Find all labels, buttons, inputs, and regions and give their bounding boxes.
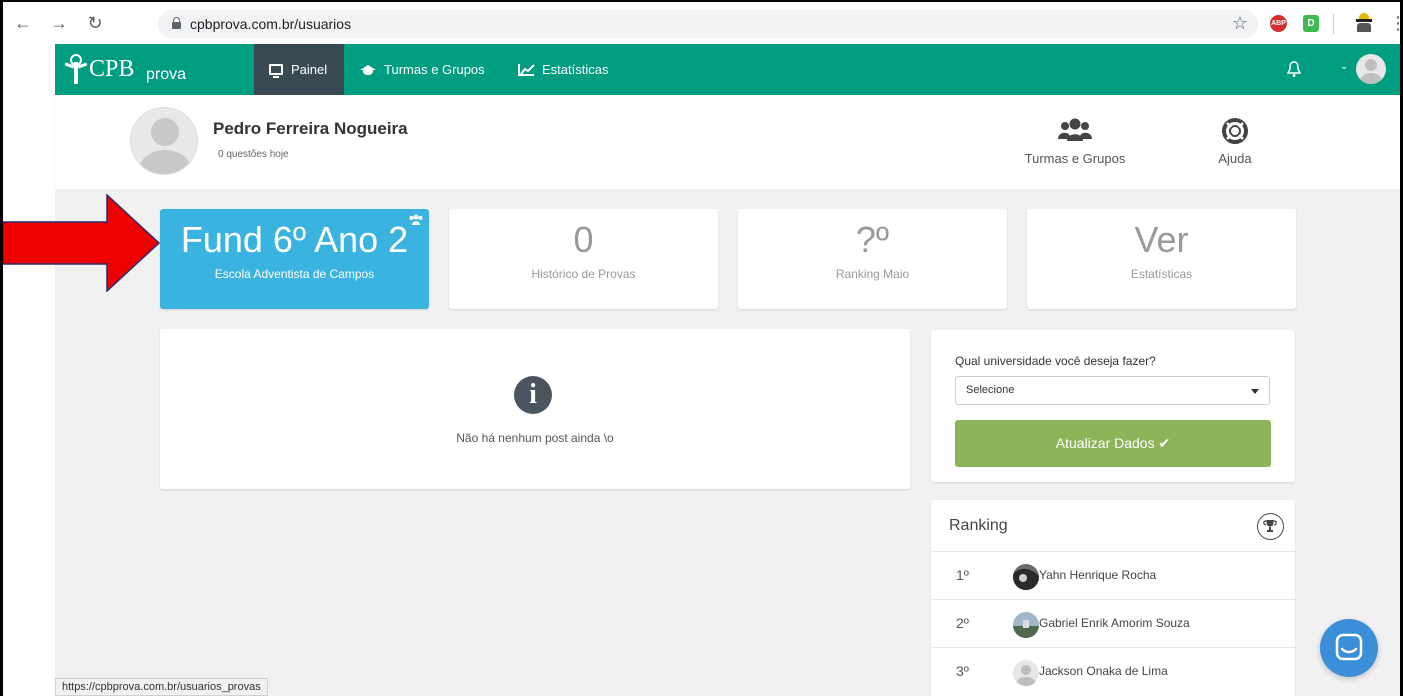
nav-label: Estatísticas [542, 62, 609, 77]
rank-user-name: Jackson Onaka de Lima [1039, 664, 1168, 678]
nav-turmas-e-grupos[interactable]: Turmas e Grupos [360, 44, 500, 95]
url-text[interactable]: cpbprova.com.br/usuarios [190, 16, 351, 32]
school-name: Escola Adventista de Campos [214, 267, 375, 281]
tree-logo-icon [64, 54, 88, 84]
lock-icon [172, 17, 181, 29]
frame-top [0, 0, 1403, 2]
rank-avatar [1013, 612, 1039, 638]
university-question: Qual universidade você deseja fazer? [955, 354, 1156, 368]
nav-label: Turmas e Grupos [384, 62, 485, 77]
rank-user-name: Yahn Henrique Rocha [1039, 568, 1157, 582]
link-label: Turmas e Grupos [1024, 151, 1126, 166]
caret-down-icon [1251, 389, 1259, 394]
frame-left [0, 0, 3, 696]
ranking-row[interactable]: 3º Jackson Onaka de Lima [931, 647, 1295, 695]
profile-extension-icon[interactable] [1355, 13, 1373, 33]
app-navbar: CPB prova Painel Turmas e Grupos Estatís… [55, 44, 1400, 95]
link-status-bar: https://cpbprova.com.br/usuarios_provas [55, 678, 268, 696]
ranking-card[interactable]: ?º Ranking Maio [738, 209, 1007, 309]
rank-position: 1º [956, 567, 969, 583]
ranking-position: ?º [855, 219, 890, 260]
class-name: Fund 6º Ano 2 [180, 219, 409, 260]
back-arrow-icon[interactable]: ← [11, 11, 35, 35]
ranking-panel: Ranking 1º Yahn Henrique Rocha 2º Gabrie… [931, 500, 1295, 696]
d-extension-icon[interactable]: D [1303, 15, 1319, 32]
ranking-row[interactable]: 2º Gabriel Enrik Amorim Souza [931, 599, 1295, 647]
ranking-row[interactable]: 1º Yahn Henrique Rocha [931, 551, 1295, 599]
rank-position: 3º [956, 663, 969, 679]
exam-history-card[interactable]: 0 Histórico de Provas [449, 209, 718, 309]
graduation-cap-icon [360, 64, 376, 75]
user-name: Pedro Ferreira Nogueira [213, 119, 408, 138]
questions-today: 0 questões hoje [218, 149, 289, 160]
posts-panel: i Não há nenhum post ainda \o [160, 329, 910, 489]
forward-arrow-icon[interactable]: → [47, 11, 71, 35]
exam-count: 0 [573, 219, 594, 260]
chat-icon [1335, 633, 1363, 661]
university-panel: Qual universidade você deseja fazer? Sel… [931, 330, 1295, 482]
link-ajuda[interactable]: Ajuda [1205, 117, 1265, 166]
logo-text-sub: prova [146, 66, 187, 83]
users-icon [1058, 117, 1092, 145]
line-chart-icon [518, 63, 535, 76]
rank-position: 2º [956, 615, 969, 631]
rank-avatar [1013, 564, 1039, 590]
ranking-month-label: Ranking Maio [835, 267, 910, 281]
empty-posts-message: Não há nenhum post ainda \o [456, 431, 614, 445]
chat-launcher-button[interactable] [1320, 619, 1378, 677]
statistics-card[interactable]: Ver Estatísticas [1027, 209, 1296, 309]
nav-estatisticas[interactable]: Estatísticas [518, 44, 628, 95]
browser-toolbar: ← → ↻ cpbprova.com.br/usuarios ☆ ABP D ⋮ [3, 2, 1403, 44]
life-ring-icon [1221, 117, 1249, 145]
group-icon [409, 213, 423, 225]
bell-icon[interactable] [1286, 60, 1302, 78]
update-data-button[interactable]: Atualizar Dados ✔ [955, 420, 1271, 467]
rank-avatar [1013, 660, 1039, 686]
statistics-label: Estatísticas [1130, 267, 1193, 281]
profile-avatar [130, 107, 198, 175]
link-label: Ajuda [1218, 151, 1252, 166]
chevron-down-icon[interactable]: ⌄ [1340, 61, 1348, 72]
ranking-title: Ranking [949, 517, 1008, 534]
dashboard-main: Fund 6º Ano 2 Escola Adventista de Campo… [55, 189, 1400, 696]
nav-label: Painel [291, 62, 328, 77]
nav-painel[interactable]: Painel [254, 44, 344, 95]
class-card[interactable]: Fund 6º Ano 2 Escola Adventista de Campo… [160, 209, 429, 309]
toolbar-divider [1333, 14, 1334, 34]
profile-header: Pedro Ferreira Nogueira 0 questões hoje … [55, 95, 1400, 189]
adblock-extension-icon[interactable]: ABP [1270, 15, 1287, 32]
user-avatar[interactable] [1356, 54, 1386, 84]
university-select[interactable]: Selecione [955, 376, 1270, 405]
logo-text-main: CPB [89, 56, 135, 82]
reload-icon[interactable]: ↻ [83, 11, 107, 35]
red-arrow-annotation [3, 194, 161, 292]
select-value: Selecione [966, 384, 1015, 396]
trophy-icon[interactable] [1257, 513, 1284, 540]
monitor-icon [269, 64, 283, 78]
info-icon: i [514, 376, 552, 414]
exam-history-label: Histórico de Provas [531, 267, 636, 281]
address-bar[interactable]: cpbprova.com.br/usuarios ☆ [158, 10, 1258, 38]
rank-user-name: Gabriel Enrik Amorim Souza [1039, 616, 1190, 630]
link-turmas-e-grupos[interactable]: Turmas e Grupos [1015, 117, 1135, 166]
statistics-action: Ver [1134, 219, 1189, 260]
bookmark-star-icon[interactable]: ☆ [1232, 13, 1248, 34]
